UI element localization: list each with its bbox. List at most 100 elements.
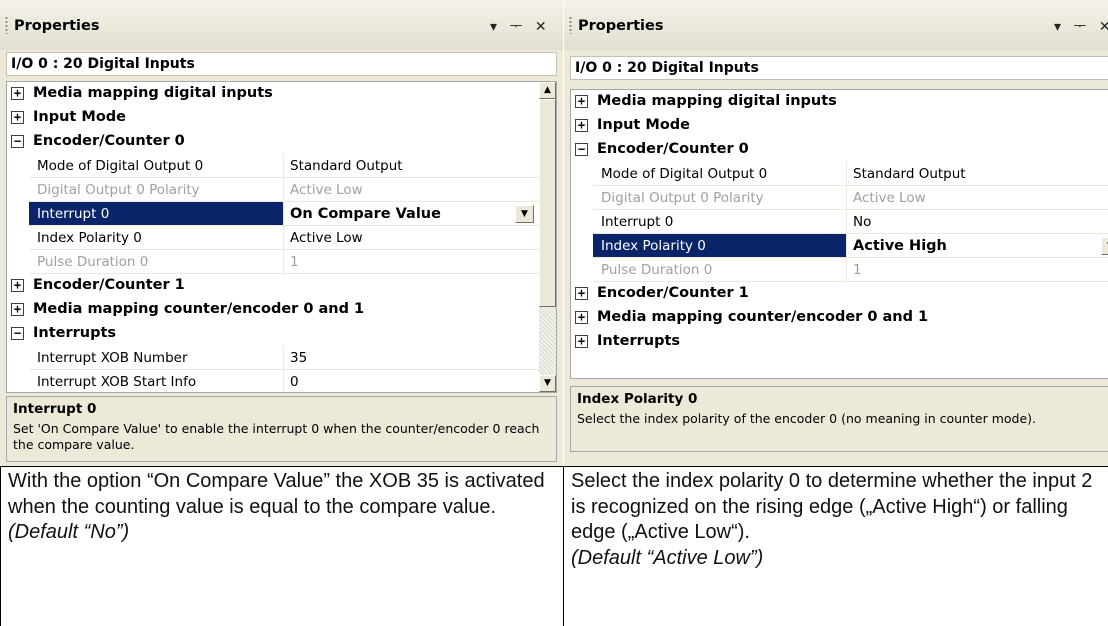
- pin-icon[interactable]: ᅮ: [509, 16, 522, 36]
- property-name: Digital Output 0 Polarity: [29, 178, 284, 202]
- drag-grip[interactable]: [569, 16, 572, 34]
- category-label: Encoder/Counter 1: [597, 285, 749, 301]
- category-label: Media mapping counter/encoder 0 and 1: [33, 301, 365, 317]
- expand-icon[interactable]: +: [575, 119, 588, 132]
- dropdown-button-icon[interactable]: ▼: [515, 205, 534, 223]
- category-encoder-counter-1[interactable]: + Encoder/Counter 1: [571, 282, 1108, 306]
- property-value: 1: [284, 250, 540, 274]
- expand-icon[interactable]: +: [575, 287, 588, 300]
- caption-default: (Default “Active Low”): [571, 546, 764, 569]
- scroll-down-icon[interactable]: ▼: [539, 375, 556, 392]
- property-row-pulse-duration-0: Pulse Duration 0 1: [7, 250, 556, 274]
- category-label: Media mapping digital inputs: [33, 85, 273, 101]
- expand-icon[interactable]: +: [575, 335, 588, 348]
- property-row-interrupt-0[interactable]: Interrupt 0 On Compare Value ▼: [7, 202, 556, 226]
- category-media-mapping-digital-inputs[interactable]: + Media mapping digital inputs: [571, 90, 1108, 114]
- category-media-mapping-counter[interactable]: + Media mapping counter/encoder 0 and 1: [571, 306, 1108, 330]
- vertical-scrollbar[interactable]: ▲ ▼: [539, 82, 556, 392]
- caption-right: Select the index polarity 0 to determine…: [564, 467, 1108, 626]
- category-input-mode[interactable]: + Input Mode: [7, 106, 556, 130]
- scroll-track[interactable]: [539, 307, 556, 375]
- property-value: Active Low: [847, 186, 1108, 210]
- property-name: Digital Output 0 Polarity: [593, 186, 847, 210]
- description-title: Interrupt 0: [13, 401, 97, 417]
- property-row-pulse-duration-0: Pulse Duration 0 1: [571, 258, 1108, 282]
- property-row-interrupt-0[interactable]: Interrupt 0 No: [571, 210, 1108, 234]
- dropdown-arrow-icon[interactable]: ▾: [1054, 19, 1061, 35]
- property-row-index-polarity-0[interactable]: Index Polarity 0 Active Low: [7, 226, 556, 250]
- category-label: Encoder/Counter 1: [33, 277, 185, 293]
- category-media-mapping-counter[interactable]: + Media mapping counter/encoder 0 and 1: [7, 298, 556, 322]
- pin-icon[interactable]: ᅮ: [1073, 16, 1086, 36]
- property-value[interactable]: Standard Output: [284, 154, 540, 178]
- category-encoder-counter-1[interactable]: + Encoder/Counter 1: [7, 274, 556, 298]
- property-name: Pulse Duration 0: [593, 258, 847, 282]
- description-text: Set 'On Compare Value' to enable the int…: [13, 421, 540, 452]
- category-label: Media mapping digital inputs: [597, 93, 837, 109]
- category-label: Input Mode: [597, 117, 691, 133]
- property-row-mode-digital-output-0[interactable]: Mode of Digital Output 0 Standard Output: [571, 162, 1108, 186]
- property-name: Index Polarity 0: [593, 234, 847, 258]
- expand-icon[interactable]: +: [11, 303, 24, 316]
- category-media-mapping-digital-inputs[interactable]: + Media mapping digital inputs: [7, 82, 556, 106]
- panel-titlebar: Properties ▾ ᅮ ✕: [0, 0, 563, 50]
- description-pane: Interrupt 0 Set 'On Compare Value' to en…: [6, 396, 557, 462]
- expand-icon[interactable]: +: [11, 279, 24, 292]
- description-pane: Index Polarity 0 Select the index polari…: [570, 386, 1108, 452]
- property-grid: + Media mapping digital inputs + Input M…: [6, 81, 557, 393]
- property-name: Interrupt 0: [29, 202, 284, 226]
- close-icon[interactable]: ✕: [1099, 19, 1108, 35]
- category-interrupts[interactable]: − Interrupts: [7, 322, 556, 346]
- object-selector[interactable]: I/O 0 : 20 Digital Inputs: [570, 56, 1108, 80]
- property-row-digital-output-0-polarity: Digital Output 0 Polarity Active Low: [7, 178, 556, 202]
- property-value[interactable]: Standard Output: [847, 162, 1108, 186]
- caption-text: With the option “On Compare Value” the X…: [8, 470, 545, 518]
- property-row-mode-digital-output-0[interactable]: Mode of Digital Output 0 Standard Output: [7, 154, 556, 178]
- drag-grip[interactable]: [5, 16, 8, 34]
- property-row-interrupt-xob-start-info[interactable]: Interrupt XOB Start Info 0: [7, 370, 556, 392]
- panel-title: Properties: [578, 18, 664, 34]
- property-row-digital-output-0-polarity: Digital Output 0 Polarity Active Low: [571, 186, 1108, 210]
- property-value-dropdown[interactable]: On Compare Value: [284, 202, 540, 226]
- property-value-dropdown[interactable]: Active High: [847, 234, 1108, 258]
- close-icon[interactable]: ✕: [535, 19, 547, 35]
- category-label: Interrupts: [33, 325, 117, 341]
- property-value[interactable]: No: [847, 210, 1108, 234]
- scroll-up-icon[interactable]: ▲: [539, 82, 556, 99]
- category-encoder-counter-0[interactable]: − Encoder/Counter 0: [7, 130, 556, 154]
- property-row-interrupt-xob-number[interactable]: Interrupt XOB Number 35: [7, 346, 556, 370]
- description-title: Index Polarity 0: [577, 391, 698, 407]
- panel-title: Properties: [14, 18, 100, 34]
- collapse-icon[interactable]: −: [11, 327, 24, 340]
- category-interrupts[interactable]: + Interrupts: [571, 330, 1108, 354]
- object-selector[interactable]: I/O 0 : 20 Digital Inputs: [6, 52, 557, 76]
- category-encoder-counter-0[interactable]: − Encoder/Counter 0: [571, 138, 1108, 162]
- property-value[interactable]: Active Low: [284, 226, 540, 250]
- category-label: Input Mode: [33, 109, 127, 125]
- properties-panel-right: Properties ▾ ᅮ ✕ I/O 0 : 20 Digital Inpu…: [564, 0, 1108, 466]
- property-name: Index Polarity 0: [29, 226, 284, 250]
- property-row-index-polarity-0[interactable]: Index Polarity 0 Active High ▼: [571, 234, 1108, 258]
- collapse-icon[interactable]: −: [11, 135, 24, 148]
- expand-icon[interactable]: +: [575, 95, 588, 108]
- caption-table: With the option “On Compare Value” the X…: [0, 466, 1108, 626]
- scroll-thumb[interactable]: [539, 99, 556, 307]
- category-label: Media mapping counter/encoder 0 and 1: [597, 309, 929, 325]
- category-input-mode[interactable]: + Input Mode: [571, 114, 1108, 138]
- property-name: Interrupt XOB Number: [29, 346, 284, 370]
- properties-panel-left: Properties ▾ ᅮ ✕ I/O 0 : 20 Digital Inpu…: [0, 0, 563, 466]
- caption-default: (Default “No”): [8, 521, 130, 543]
- expand-icon[interactable]: +: [11, 111, 24, 124]
- collapse-icon[interactable]: −: [575, 143, 588, 156]
- expand-icon[interactable]: +: [575, 311, 588, 324]
- caption-text: Select the index polarity 0 to determine…: [571, 470, 1093, 543]
- expand-icon[interactable]: +: [11, 87, 24, 100]
- property-value[interactable]: 0: [284, 370, 540, 392]
- dropdown-button-icon[interactable]: ▼: [1101, 237, 1108, 255]
- description-text: Select the index polarity of the encoder…: [577, 411, 1037, 426]
- caption-left: With the option “On Compare Value” the X…: [0, 467, 564, 626]
- property-value: 1: [847, 258, 1108, 282]
- dropdown-arrow-icon[interactable]: ▾: [490, 19, 497, 35]
- property-value[interactable]: 35: [284, 346, 540, 370]
- panel-titlebar: Properties ▾ ᅮ ✕: [564, 0, 1108, 50]
